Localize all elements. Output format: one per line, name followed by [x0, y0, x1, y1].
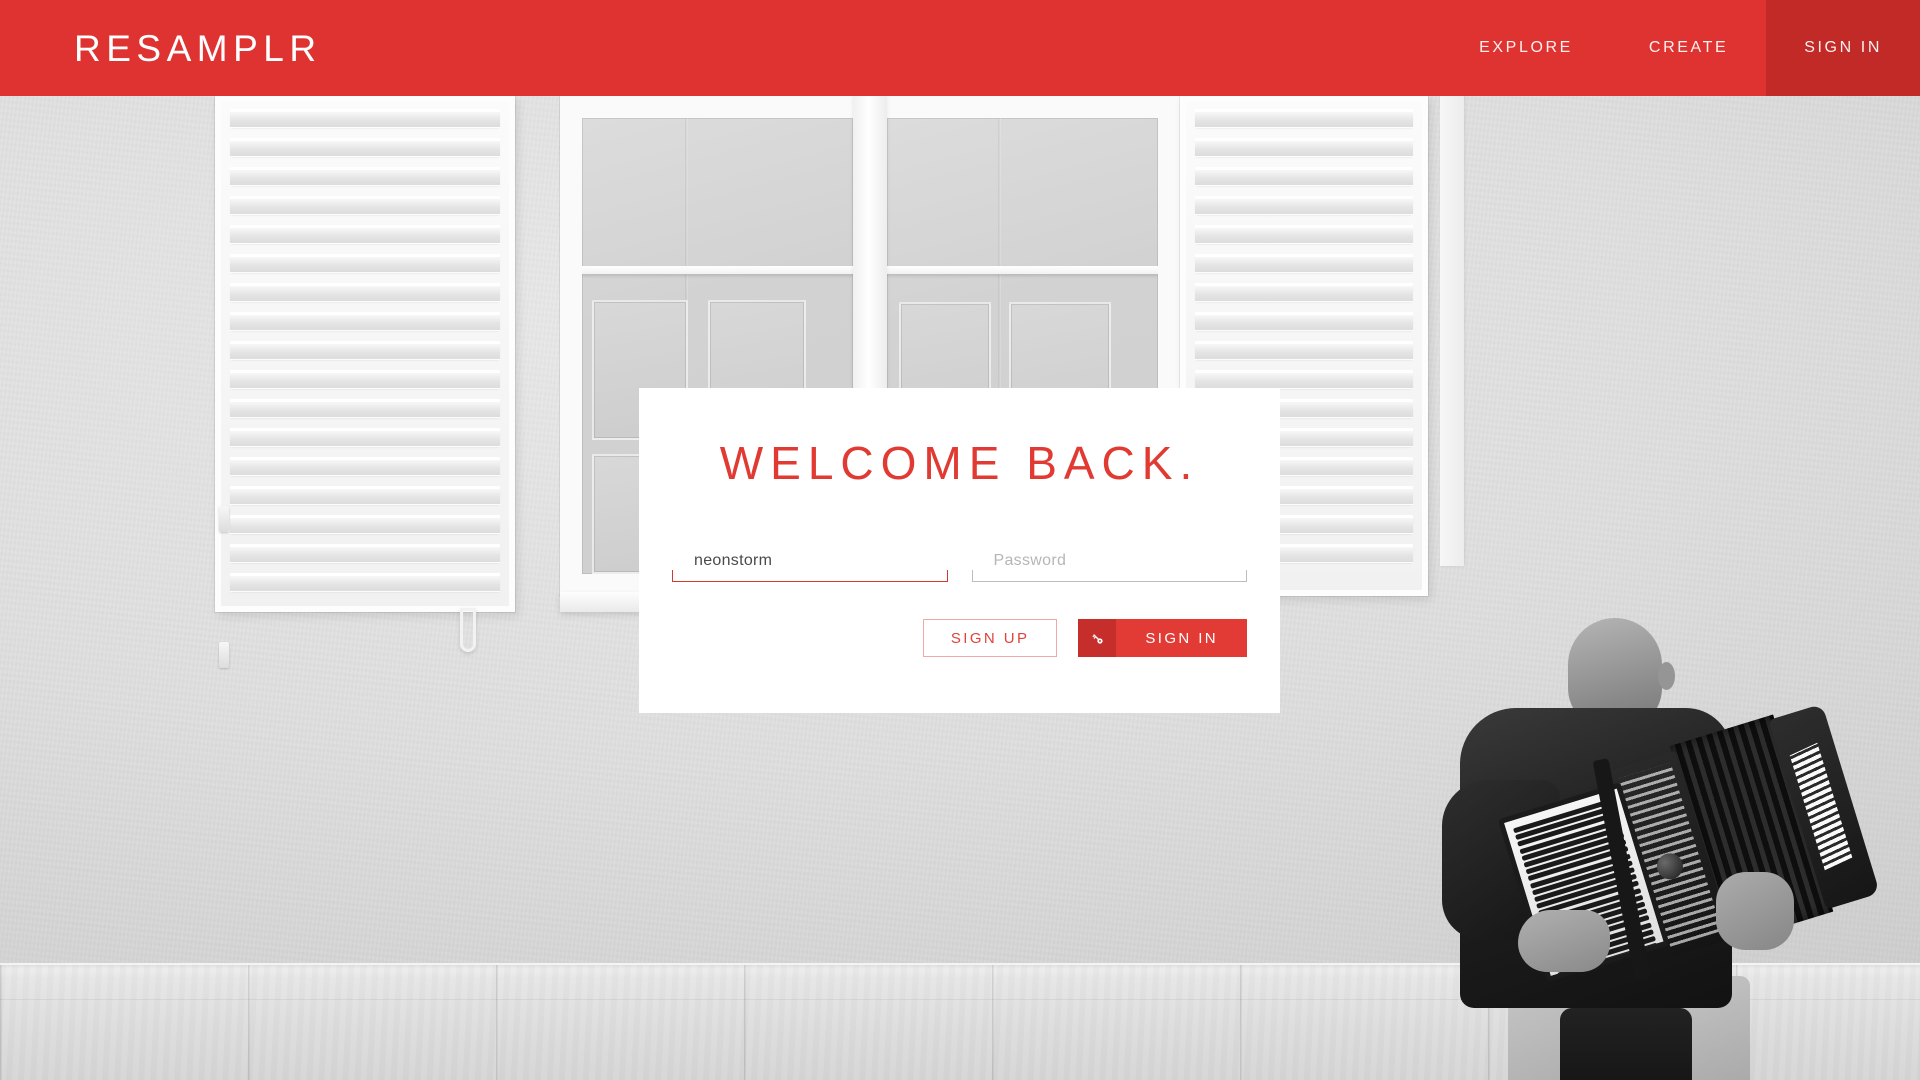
- credentials-fields: [672, 546, 1247, 582]
- sign-up-button[interactable]: SIGN UP: [922, 619, 1058, 657]
- login-page: RESAMPLR EXPLORE CREATE SIGN IN WELCOME …: [0, 0, 1920, 1080]
- nav-item-create[interactable]: CREATE: [1611, 0, 1766, 96]
- username-field[interactable]: [672, 546, 948, 582]
- sign-in-button-label: SIGN IN: [1145, 629, 1218, 647]
- shutter-far-right: [1440, 96, 1464, 566]
- shutter-left: [215, 96, 515, 668]
- shutter-handle: [460, 608, 476, 652]
- password-underline: [971, 570, 1247, 582]
- nav-item-explore[interactable]: EXPLORE: [1441, 0, 1611, 96]
- key-icon: [1078, 619, 1117, 657]
- password-field[interactable]: [971, 546, 1247, 582]
- top-navigation-bar: RESAMPLR EXPLORE CREATE SIGN IN: [0, 0, 1920, 96]
- nav-item-sign-in[interactable]: SIGN IN: [1766, 0, 1920, 96]
- accordion-player: [1430, 610, 1880, 1080]
- brand-logo[interactable]: RESAMPLR: [74, 30, 322, 67]
- sign-in-button[interactable]: SIGN IN: [1078, 619, 1247, 657]
- card-actions: SIGN UP SIGN IN: [672, 619, 1247, 657]
- username-underline: [672, 570, 948, 582]
- main-nav: EXPLORE CREATE SIGN IN: [1441, 0, 1920, 96]
- login-card: WELCOME BACK. SIGN UP: [639, 388, 1280, 713]
- welcome-heading: WELCOME BACK.: [719, 437, 1200, 489]
